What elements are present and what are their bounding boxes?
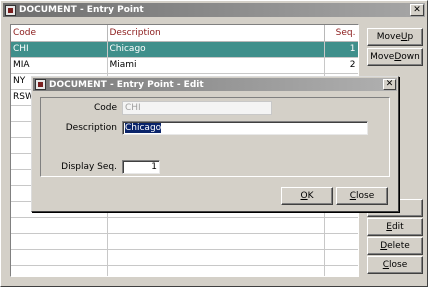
ok-hotkey: O [300,191,308,201]
edit-label-post: dit [391,222,404,232]
cell-description [107,233,325,250]
cell-description [107,249,325,266]
main-title: DOCUMENT - Entry Point [19,5,144,15]
move-up-label-pre: Move [376,32,401,42]
cell-code [11,249,108,266]
move-up-label-post: p [407,32,414,42]
column-header-seq[interactable]: Seq. [324,25,358,42]
dialog-close-label-post: lose [356,191,375,201]
move-up-hotkey: U [400,32,408,42]
main-title-bar[interactable]: DOCUMENT - Entry Point ✕ [3,3,425,17]
dialog-title: DOCUMENT - Entry Point - Edit [49,79,204,90]
description-selected-text: Chicago [125,123,162,133]
dialog-app-icon [35,79,46,90]
move-down-hotkey: D [394,52,402,62]
table-row[interactable]: MIA Miami 2 [11,57,358,74]
delete-hotkey: D [380,241,388,251]
main-close-button[interactable]: ✕ [410,4,424,16]
code-label: Code [93,103,117,113]
cell-code: MIA [11,57,108,74]
delete-button[interactable]: Delete [367,237,423,255]
table-row[interactable] [11,233,358,250]
edit-dialog: DOCUMENT - Entry Point - Edit ✕ Code CHI… [31,76,399,212]
ok-label-post: K [307,191,314,201]
cell-seq [324,233,358,250]
description-label: Description [65,123,117,133]
dialog-close-button[interactable]: ✕ [383,79,396,90]
ok-button[interactable]: OK [281,187,333,205]
cell-description: Chicago [107,41,325,58]
table-row[interactable] [11,249,358,266]
edit-button[interactable]: Edit [367,218,423,236]
delete-label-post: elete [387,241,410,251]
column-header-code[interactable]: Code [11,25,108,42]
dialog-title-bar[interactable]: DOCUMENT - Entry Point - Edit ✕ [33,78,397,91]
cell-code: CHI [11,41,108,58]
move-down-button[interactable]: Move Down [367,48,423,66]
description-field[interactable]: Chicago [122,121,368,135]
close-label-post: lose [389,260,408,270]
app-icon [5,4,16,16]
edit-form-frame: Code CHI Description Chicago Display Seq… [40,97,390,177]
close-button[interactable]: Close [367,256,423,274]
cell-code [11,217,108,234]
table-row[interactable] [11,217,358,234]
display-seq-field[interactable]: 1 [122,160,160,174]
move-up-button[interactable]: Move Up [367,28,423,46]
cell-description [107,265,325,276]
code-field: CHI [122,101,272,115]
cell-description: Miami [107,57,325,74]
cell-code [11,265,108,276]
dialog-close-text-button[interactable]: Close [336,187,388,205]
move-down-label-post: own [401,52,420,62]
cell-seq [324,265,358,276]
cell-seq [324,249,358,266]
cell-seq: 1 [324,41,358,58]
column-header-description[interactable]: Description [107,25,325,42]
move-down-label-pre: Move [370,52,395,62]
table-row[interactable] [11,265,358,276]
cell-seq [324,217,358,234]
cell-seq: 2 [324,57,358,74]
cell-description [107,217,325,234]
cell-code [11,233,108,250]
display-seq-label: Display Seq. [61,162,117,172]
table-row[interactable]: CHI Chicago 1 [11,41,358,58]
grid-header-row: Code Description Seq. [11,25,358,42]
